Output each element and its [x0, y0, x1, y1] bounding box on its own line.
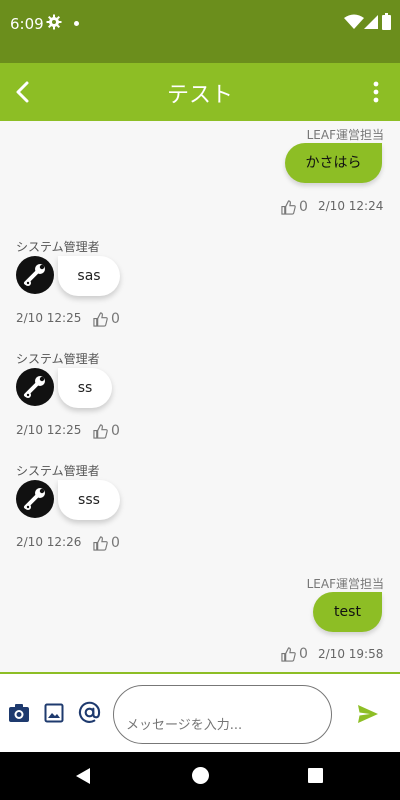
like-count: 0: [111, 423, 120, 439]
sender-name: システム管理者: [16, 240, 100, 254]
message-input[interactable]: [113, 685, 332, 744]
message-bubble[interactable]: sas: [58, 256, 120, 296]
camera-icon[interactable]: [8, 702, 30, 724]
sender-name: システム管理者: [16, 464, 100, 478]
signal-icon: [364, 15, 378, 29]
notification-dot: [74, 21, 79, 26]
like-button[interactable]: 0: [93, 423, 120, 439]
like-button[interactable]: 0: [281, 646, 308, 662]
at-sign-icon[interactable]: [78, 701, 101, 724]
like-count: 0: [111, 535, 120, 551]
send-icon[interactable]: [356, 702, 380, 726]
message-date: 2/10 12:25: [16, 311, 82, 325]
avatar[interactable]: [16, 480, 54, 518]
nav-home-icon[interactable]: [192, 767, 209, 784]
status-time: 6:09: [10, 15, 44, 33]
message-bubble[interactable]: ss: [58, 368, 112, 408]
wifi-icon: [344, 14, 364, 29]
thumbs-up-icon: [281, 199, 296, 215]
like-button[interactable]: 0: [281, 199, 308, 215]
avatar[interactable]: [16, 368, 54, 406]
like-count: 0: [299, 646, 308, 662]
like-button[interactable]: 0: [93, 535, 120, 551]
like-count: 0: [111, 311, 120, 327]
message-bubble-own[interactable]: test: [313, 592, 382, 632]
wrench-gear-icon: [24, 376, 45, 398]
app-bar: テスト: [0, 63, 400, 121]
like-button[interactable]: 0: [93, 311, 120, 327]
battery-icon: [382, 13, 391, 30]
nav-recents-icon[interactable]: [308, 768, 323, 783]
sender-name: LEAF運営担当: [306, 577, 384, 591]
chat-list[interactable]: LEAF運営担当 かさはら 0 2/10 12:24 システム管理者 sas 2…: [0, 121, 400, 672]
thumbs-up-icon: [93, 311, 108, 327]
gear-icon: [46, 14, 62, 30]
sender-name: LEAF運営担当: [306, 128, 384, 142]
wrench-gear-icon: [24, 488, 45, 510]
wrench-gear-icon: [24, 264, 45, 286]
message-composer: [0, 672, 400, 752]
status-bar: 6:09: [0, 0, 400, 63]
message-date: 2/10 12:24: [318, 199, 384, 213]
message-bubble-own[interactable]: かさはら: [285, 143, 382, 183]
thumbs-up-icon: [281, 646, 296, 662]
more-vert-icon[interactable]: [364, 78, 388, 106]
page-title: テスト: [166, 83, 233, 108]
sender-name: システム管理者: [16, 352, 100, 366]
image-icon[interactable]: [44, 702, 64, 724]
message-date: 2/10 19:58: [318, 647, 384, 661]
nav-back-icon[interactable]: [74, 767, 92, 785]
thumbs-up-icon: [93, 423, 108, 439]
avatar[interactable]: [16, 256, 54, 294]
message-date: 2/10 12:26: [16, 535, 82, 549]
thumbs-up-icon: [93, 535, 108, 551]
like-count: 0: [299, 199, 308, 215]
system-nav-bar: [0, 752, 400, 800]
message-date: 2/10 12:25: [16, 423, 82, 437]
message-bubble[interactable]: sss: [58, 480, 120, 520]
